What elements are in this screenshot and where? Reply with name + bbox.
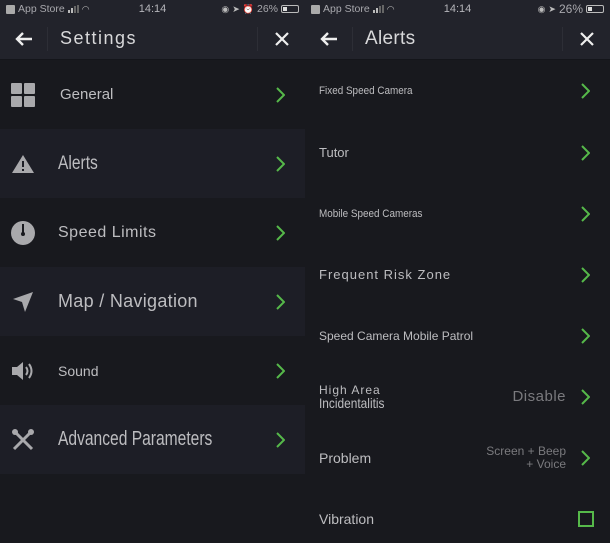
- status-carrier[interactable]: App Store: [18, 3, 65, 15]
- battery-percent: 26%: [558, 2, 583, 16]
- menu-item-general[interactable]: General: [0, 60, 305, 129]
- chevron-right-icon: [275, 293, 285, 310]
- menu-item-map-navigation[interactable]: Map / Navigation: [0, 267, 305, 336]
- alert-item-label: High Area Incidentalitis: [319, 383, 512, 411]
- wifi-icon: ◠: [81, 3, 90, 14]
- close-icon: [579, 31, 594, 46]
- page-title: Alerts: [365, 27, 416, 49]
- location-icon: ➤: [232, 3, 240, 14]
- alert-item-label: Tutor: [319, 145, 349, 160]
- battery-percent: 26%: [256, 3, 278, 15]
- signal-icon: [67, 5, 79, 13]
- page-title: Settings: [60, 28, 138, 48]
- menu-item-sound[interactable]: Sound: [0, 336, 305, 405]
- speedometer-icon: [11, 220, 35, 245]
- rotation-lock-icon: ◉: [221, 3, 230, 14]
- warning-icon: [12, 154, 34, 173]
- menu-item-label: Speed Limits: [58, 223, 157, 241]
- alert-item-value: Disable: [512, 388, 566, 405]
- alert-item-mobile-speed-cameras[interactable]: Mobile Speed Cameras: [305, 183, 610, 244]
- chevron-right-icon: [275, 155, 285, 172]
- menu-item-speed-limits[interactable]: Speed Limits: [0, 198, 305, 267]
- vibration-checkbox[interactable]: [578, 510, 594, 527]
- alert-item-value-line1: Screen + Beep: [486, 443, 566, 458]
- alert-item-label-line2: Incidentalitis: [319, 394, 385, 411]
- battery-icon: [586, 5, 604, 13]
- alert-item-frequent-risk-zone[interactable]: Frequent Risk Zone: [305, 244, 610, 305]
- alert-item-problem[interactable]: Problem Screen + Beep + Voice: [305, 427, 610, 488]
- alert-item-speed-camera-mobile-patrol[interactable]: Speed Camera Mobile Patrol: [305, 305, 610, 366]
- menu-item-label: Map / Navigation: [58, 291, 198, 311]
- chevron-right-icon: [275, 431, 285, 448]
- back-button[interactable]: [0, 26, 48, 51]
- alert-item-tutor[interactable]: Tutor: [305, 122, 610, 183]
- alert-item-label: Vibration: [319, 510, 375, 527]
- chevron-right-icon: [275, 86, 285, 103]
- alerts-screen: App Store ◠ 14:14 ◉ ➤ 26% Alerts Fixed S…: [305, 0, 610, 543]
- chevron-right-icon: [580, 144, 590, 161]
- alert-item-label: Fixed Speed Camera: [319, 85, 413, 97]
- close-button[interactable]: [257, 26, 305, 51]
- app-store-back-icon[interactable]: [6, 4, 15, 14]
- alert-item-high-area-incidentalitis[interactable]: High Area Incidentalitis Disable: [305, 366, 610, 427]
- status-carrier[interactable]: App Store: [323, 3, 370, 15]
- wifi-icon: ◠: [386, 3, 395, 14]
- location-icon: ➤: [548, 3, 556, 14]
- nav-bar: Settings: [0, 18, 305, 60]
- arrow-left-icon: [14, 31, 32, 46]
- menu-item-advanced-parameters[interactable]: Advanced Parameters: [0, 405, 305, 474]
- chevron-right-icon: [580, 205, 590, 222]
- chevron-right-icon: [580, 327, 590, 344]
- chevron-right-icon: [580, 449, 590, 466]
- chevron-right-icon: [580, 266, 590, 283]
- grid-icon: [11, 82, 35, 107]
- status-bar: App Store ◠ 14:14 ◉ ➤ ⏰ 26%: [0, 0, 305, 18]
- status-time: 14:14: [138, 3, 167, 15]
- navigation-arrow-icon: [13, 291, 33, 312]
- chevron-right-icon: [275, 224, 285, 241]
- back-button[interactable]: [305, 26, 353, 51]
- chevron-right-icon: [580, 83, 590, 99]
- alert-item-value-line2: + Voice: [526, 456, 566, 471]
- alert-item-label: Problem: [319, 449, 372, 466]
- nav-bar: Alerts: [305, 18, 610, 60]
- tools-icon: [12, 428, 34, 450]
- rotation-lock-icon: ◉: [537, 3, 546, 14]
- alert-item-vibration[interactable]: Vibration: [305, 488, 610, 543]
- menu-item-alerts[interactable]: Alerts: [0, 129, 305, 198]
- alert-item-label: Frequent Risk Zone: [319, 267, 452, 282]
- arrow-left-icon: [319, 31, 337, 46]
- battery-icon: [281, 5, 299, 13]
- alarm-icon: ⏰: [242, 3, 254, 14]
- menu-item-label: Advanced Parameters: [58, 428, 213, 450]
- status-time: 14:14: [443, 3, 472, 15]
- menu-item-label: Sound: [58, 362, 99, 379]
- speaker-icon: [12, 361, 33, 380]
- alert-item-fixed-speed-camera[interactable]: Fixed Speed Camera: [305, 60, 610, 122]
- menu-item-label: Alerts: [58, 152, 98, 174]
- status-bar: App Store ◠ 14:14 ◉ ➤ 26%: [305, 0, 610, 18]
- alert-item-value: Screen + Beep + Voice: [486, 443, 566, 471]
- chevron-right-icon: [275, 362, 285, 379]
- alert-item-label: Speed Camera Mobile Patrol: [319, 328, 474, 343]
- close-button[interactable]: [562, 26, 610, 51]
- settings-screen: App Store ◠ 14:14 ◉ ➤ ⏰ 26% Settings Gen…: [0, 0, 305, 543]
- menu-item-label: General: [60, 86, 114, 103]
- close-icon: [274, 31, 289, 46]
- app-store-back-icon[interactable]: [311, 4, 320, 14]
- signal-icon: [372, 5, 384, 13]
- chevron-right-icon: [580, 388, 590, 405]
- alert-item-label: Mobile Speed Cameras: [319, 207, 423, 220]
